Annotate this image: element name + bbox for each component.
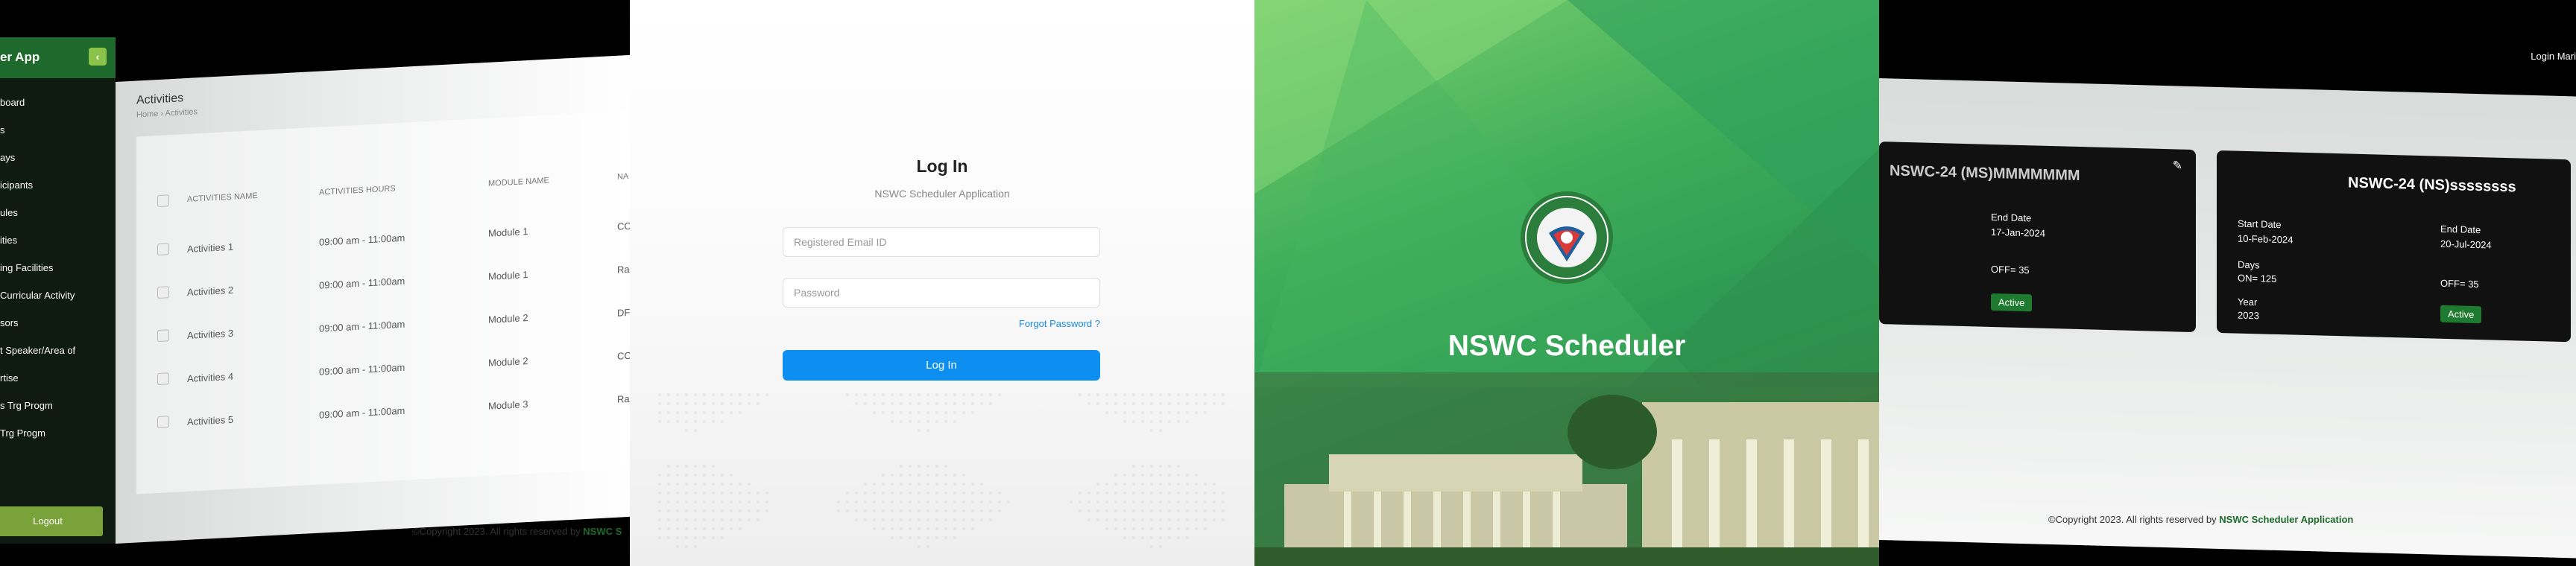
login-button[interactable]: Log In [783,350,1100,381]
sidebar-item[interactable]: Curricular Activity [0,282,116,310]
table-cell: COL [617,220,630,232]
row-checkbox[interactable] [157,286,169,299]
table-cell: Activities 2 [187,284,234,298]
end-date-value: 20-Jul-2024 [2440,238,2492,251]
sidebar-item[interactable]: board [0,89,116,117]
table-cell: 09:00 am - 11:00am [319,232,405,248]
courses-content: NSWC-24 (MS)MMMMMMM ✎ End Date 17-Jan-20… [1879,78,2576,559]
row-checkbox[interactable] [157,416,169,429]
year-label: Year [2238,296,2258,308]
copyright-text: ©Copyright 2023. All rights reserved by [2048,514,2217,525]
login-title: Log In [916,156,968,176]
sidebar-item[interactable]: ays [0,144,116,172]
password-input[interactable]: Password [783,278,1100,308]
page-title: Activities [136,92,184,107]
days-label: Days [2238,258,2260,271]
copyright-text: ©Copyright 2023. All rights reserved by [412,526,581,537]
sidebar-item[interactable]: icipants [0,172,116,200]
year-value: 2023 [2238,309,2259,322]
table-cell: Activities 5 [187,413,234,427]
table-cell: 09:00 am - 11:00am [319,275,405,291]
edit-icon[interactable]: ✎ [2173,158,2182,173]
sidebar-header: er App ‹ [0,37,116,78]
footer-copyright: ©Copyright 2023. All rights reserved by … [2048,514,2353,525]
days-on-value: ON= 125 [2238,272,2277,284]
course-title: NSWC-24 (MS)MMMMMMM [1890,162,2080,185]
off-value: OFF= 35 [1991,263,2030,276]
col-activities-name: ACTIVITIES NAME [187,191,258,204]
start-date-value: 10-Feb-2024 [2238,232,2294,246]
app-name: NSWC Scheduler [1448,330,1686,362]
collapse-icon[interactable]: ‹ [89,48,107,66]
login-subtitle: NSWC Scheduler Application [874,188,1010,200]
breadcrumb: Home › Activities [136,107,198,120]
end-date-label: End Date [1991,211,2032,224]
table-cell: Activities 4 [187,370,234,384]
table-cell: Module 2 [488,354,528,369]
table-cell: Rak [617,392,630,405]
col-activities-hours: ACTIVITIES HOURS [319,184,396,197]
off-value: OFF= 35 [2440,277,2479,290]
row-checkbox[interactable] [157,329,169,343]
copyright-link[interactable]: NSWC S [583,526,622,537]
sidebar-item[interactable]: rtise [0,365,116,392]
sidebar-item[interactable]: s Trg Progm [0,392,116,420]
row-checkbox[interactable] [157,243,169,256]
courses-panel: Login Mari NSWC-24 (MS)MMMMMMM ✎ End Dat… [1879,0,2576,566]
status-badge: Active [1991,293,2033,312]
sidebar-item[interactable]: ities [0,227,116,255]
sidebar-menu: board s ays icipants ules ities ing Facilities… [0,89,116,448]
table-cell: Rak [617,263,630,276]
app-title: er App [0,50,40,64]
sidebar-item[interactable]: s [0,117,116,144]
select-all-checkbox[interactable] [157,194,169,208]
sidebar-item[interactable]: ules [0,200,116,227]
table-cell: COL [617,349,630,362]
row-checkbox[interactable] [157,372,169,386]
email-input[interactable]: Registered Email ID [783,227,1100,257]
table-cell: Activities 1 [187,241,234,255]
table-cell: Module 3 [488,398,528,412]
sidebar-item[interactable]: Trg Progm [0,420,116,448]
world-map-dots [658,393,1225,548]
course-card[interactable]: NSWC-24 (MS)MMMMMMM ✎ End Date 17-Jan-20… [1879,142,2196,333]
end-date-label: End Date [2440,223,2481,236]
user-menu[interactable]: Login Mari [2531,51,2576,62]
table-cell: Module 1 [488,225,528,239]
building-photo [1254,372,1879,566]
table-cell: 09:00 am - 11:00am [319,361,405,378]
ndu-emblem-logo [1521,191,1613,284]
sidebar-item[interactable]: ing Facilities [0,255,116,282]
login-panel: Log In NSWC Scheduler Application Regist… [630,0,1254,566]
forgot-password-link[interactable]: Forgot Password ? [1017,318,1100,329]
activities-table: ACTIVITIES NAME ACTIVITIES HOURS MODULE … [136,109,630,495]
table-cell: Activities 3 [187,327,234,341]
logout-button[interactable]: Logout [0,506,103,536]
table-cell: Module 1 [488,268,528,282]
activities-panel: er App ‹ board s ays icipants ules ities ing F… [0,0,630,566]
table-cell: 09:00 am - 11:00am [319,318,405,334]
splash-panel: NSWC Scheduler [1254,0,1879,566]
course-title: NSWC-24 (NS)ssssssss [2348,174,2516,196]
start-date-label: Start Date [2238,217,2282,231]
table-cell: Module 2 [488,311,528,325]
table-cell: DFC [617,306,630,319]
sidebar-item[interactable]: sors [0,310,116,337]
footer-copyright: ©Copyright 2023. All rights reserved by … [412,526,622,537]
col-name: NA [617,171,629,182]
sidebar-item[interactable]: t Speaker/Area of [0,337,116,365]
status-badge: Active [2440,305,2482,324]
course-card[interactable]: NSWC-24 (NS)ssssssss Start Date 10-Feb-2… [2217,150,2571,343]
end-date-value: 17-Jan-2024 [1991,226,2045,239]
table-cell: 09:00 am - 11:00am [319,404,405,421]
activities-content: Activities Home › Activities ACTIVITIES … [116,54,630,544]
col-module-name: MODULE NAME [488,176,549,188]
copyright-link[interactable]: NSWC Scheduler Application [2219,514,2353,525]
